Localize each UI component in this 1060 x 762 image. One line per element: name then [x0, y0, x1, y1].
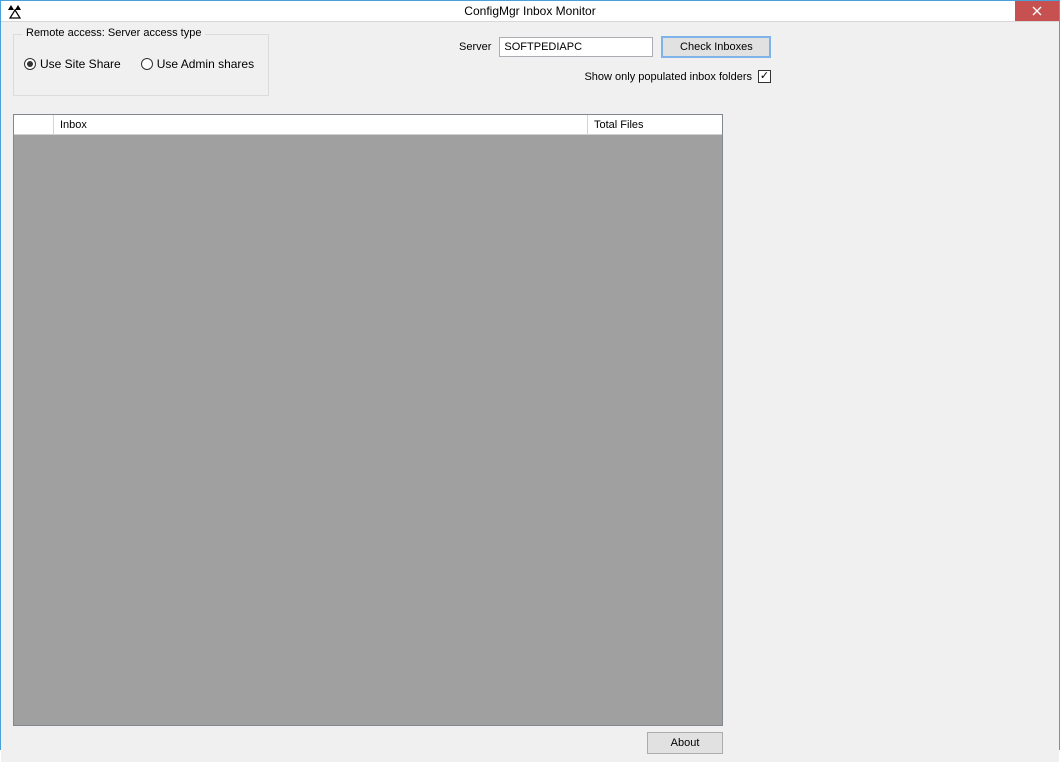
radio-label: Use Admin shares [157, 57, 254, 71]
column-header-inbox[interactable]: Inbox [54, 115, 588, 134]
radio-use-site-share[interactable]: Use Site Share [24, 57, 121, 71]
server-input[interactable] [499, 37, 653, 57]
about-button[interactable]: About [647, 732, 723, 754]
radio-icon [141, 58, 153, 70]
show-populated-label: Show only populated inbox folders [584, 71, 752, 83]
show-populated-checkbox[interactable] [758, 70, 771, 83]
table-header: Inbox Total Files [14, 115, 722, 135]
title-bar: ConfigMgr Inbox Monitor [1, 1, 1059, 22]
close-button[interactable] [1015, 1, 1059, 21]
server-label: Server [459, 41, 491, 53]
table-body[interactable] [14, 135, 722, 725]
radio-use-admin-shares[interactable]: Use Admin shares [141, 57, 254, 71]
checkbox-row: Show only populated inbox folders [459, 70, 771, 83]
radio-label: Use Site Share [40, 57, 121, 71]
remote-access-groupbox: Remote access: Server access type Use Si… [13, 34, 269, 96]
radio-icon [24, 58, 36, 70]
column-header-total-files[interactable]: Total Files [588, 115, 722, 134]
remote-access-title: Remote access: Server access type [22, 27, 205, 39]
close-icon [1032, 6, 1042, 16]
column-header-icon[interactable] [14, 115, 54, 134]
server-section: Server Check Inboxes Show only populated… [459, 36, 771, 83]
top-section: Remote access: Server access type Use Si… [13, 34, 1047, 106]
check-inboxes-button[interactable]: Check Inboxes [661, 36, 771, 58]
server-row: Server Check Inboxes [459, 36, 771, 58]
bottom-bar: About [13, 732, 723, 754]
app-window: ConfigMgr Inbox Monitor Remote access: S… [0, 0, 1060, 750]
content-area: Remote access: Server access type Use Si… [1, 22, 1059, 762]
radio-row: Use Site Share Use Admin shares [24, 57, 258, 71]
window-title: ConfigMgr Inbox Monitor [464, 4, 595, 18]
app-icon [7, 3, 23, 19]
inbox-table: Inbox Total Files [13, 114, 723, 726]
